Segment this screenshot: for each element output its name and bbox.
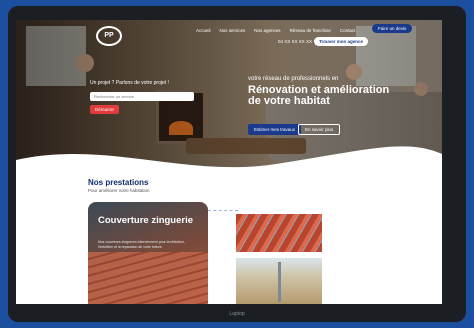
service-card-roofing[interactable]: Couverture zinguerie Nos couvreurs zingu…	[88, 202, 208, 304]
roof-tiles-image	[88, 252, 208, 304]
device-label: Laptop	[229, 311, 245, 317]
nav-item-franchise[interactable]: Réseau de franchise	[290, 28, 331, 33]
connector-line	[208, 210, 238, 212]
nav-item-agencies[interactable]: Nos agences	[254, 28, 280, 33]
service-thumb-roof[interactable]	[236, 214, 322, 252]
service-card-text: Nos couvreurs zingueurs interviennent po…	[98, 240, 185, 249]
hero-title: Rénovation et amélioration de votre habi…	[248, 84, 390, 107]
search-input[interactable]: Rechercher un service	[90, 92, 194, 101]
nav-item-services[interactable]: Nos services	[220, 28, 246, 33]
hero-wave	[16, 146, 442, 190]
service-card-title: Couverture zinguerie	[98, 215, 194, 226]
phone-number[interactable]: 04 XX XX XX XX	[278, 39, 312, 44]
services-subtitle: Pour améliorer votre habitation	[88, 188, 150, 193]
nav-item-contact[interactable]: Contact	[340, 28, 356, 33]
quote-button[interactable]: Faire un devis	[372, 24, 413, 33]
website-screen: PP Accueil Nos services Nos agences Rése…	[16, 20, 442, 304]
nav-item-home[interactable]: Accueil	[196, 28, 211, 33]
hero-kicker: votre réseau de professionnels en	[248, 76, 339, 82]
main-nav: Accueil Nos services Nos agences Réseau …	[196, 28, 355, 33]
service-thumb-gutter[interactable]	[236, 258, 322, 304]
services-title: Nos prestations	[88, 178, 149, 187]
find-agency-button[interactable]: Trouver mon agence	[314, 37, 369, 46]
logo[interactable]: PP	[96, 26, 122, 46]
start-button[interactable]: Démarrer	[90, 105, 120, 114]
search-label: Un projet ? Parlons de votre projet !	[90, 80, 169, 86]
